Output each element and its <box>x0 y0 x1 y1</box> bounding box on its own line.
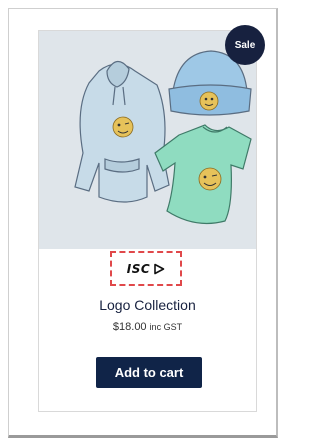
brand-logo-text: ISC <box>126 261 151 276</box>
brand-logo: ISC <box>110 251 182 286</box>
product-title[interactable]: Logo Collection <box>39 297 256 313</box>
product-card[interactable]: Sale ISC Logo Collection $18.00 inc GST A… <box>38 25 265 412</box>
add-to-cart-button[interactable]: Add to cart <box>96 357 202 388</box>
sale-badge: Sale <box>225 25 265 65</box>
product-price: $18.00 <box>112 321 147 333</box>
product-image[interactable] <box>39 31 256 249</box>
play-arrow-outline-icon <box>154 263 165 274</box>
price-row: $18.00 inc GST <box>39 321 256 333</box>
price-suffix: inc GST <box>149 322 183 332</box>
